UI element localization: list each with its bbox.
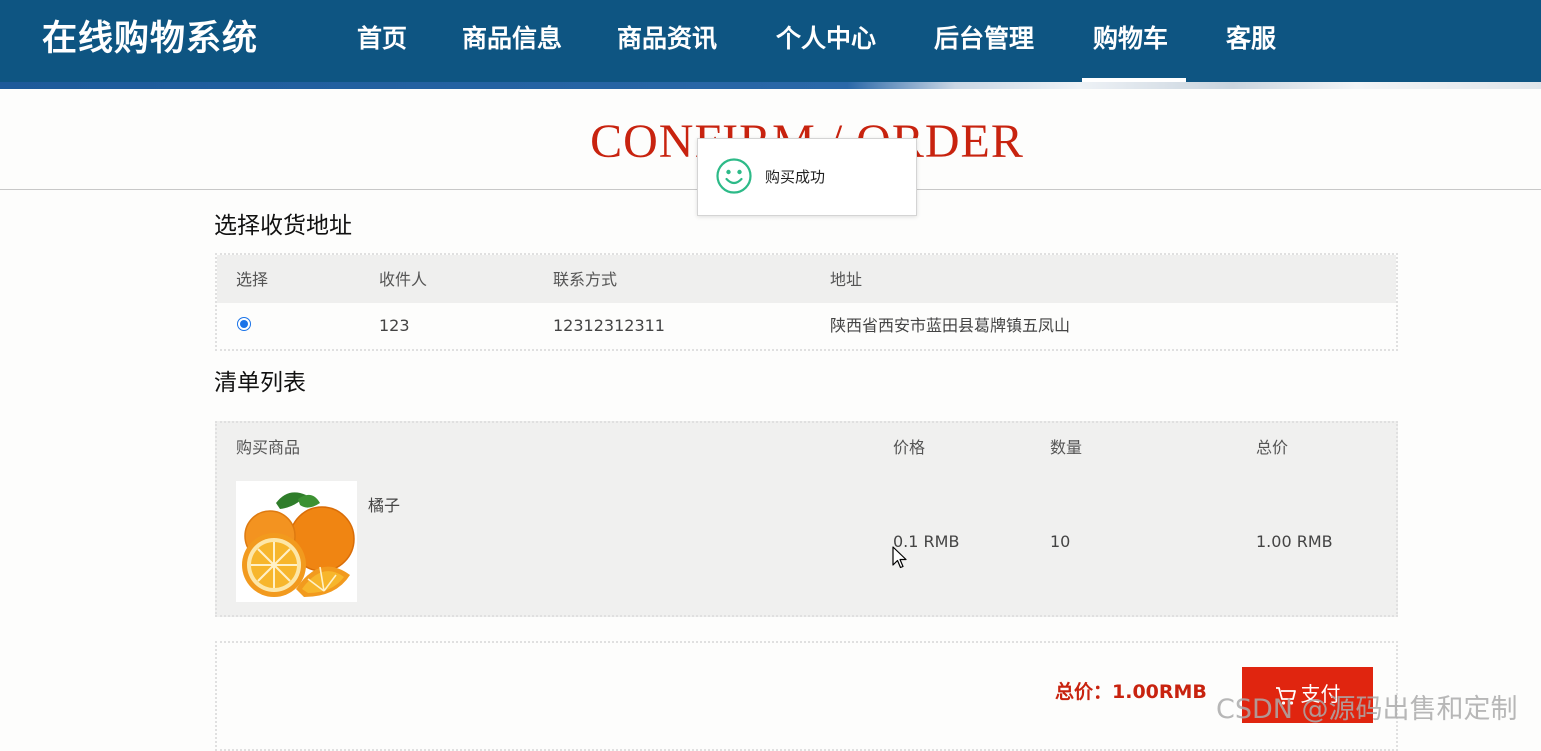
- cart-section-title: 清单列表: [214, 370, 306, 396]
- product-total: 1.00 RMB: [1256, 532, 1333, 551]
- smile-icon: [716, 158, 752, 194]
- address-col-address: 地址: [830, 270, 863, 289]
- nav-active-indicator: [1082, 78, 1186, 82]
- mouse-pointer-icon: [892, 546, 907, 569]
- watermark: CSDN @源码出售和定制: [1216, 694, 1518, 725]
- nav-admin[interactable]: 后台管理: [934, 20, 1034, 58]
- address-col-phone: 联系方式: [553, 270, 618, 289]
- product-name[interactable]: 橘子: [368, 495, 400, 517]
- nav-products[interactable]: 商品信息: [462, 20, 562, 58]
- nav-service[interactable]: 客服: [1226, 20, 1276, 58]
- address-section-title: 选择收货地址: [214, 213, 352, 239]
- cart-col-product: 购买商品: [236, 438, 301, 457]
- orange-image[interactable]: [236, 481, 357, 602]
- nav-profile[interactable]: 个人中心: [776, 20, 876, 58]
- cart-col-quantity: 数量: [1050, 438, 1083, 457]
- toast-message: 购买成功: [765, 168, 826, 186]
- nav-news[interactable]: 商品资讯: [617, 20, 717, 58]
- address-detail: 陕西省西安市蓝田县葛牌镇五凤山: [830, 316, 1071, 335]
- success-toast: 购买成功: [697, 138, 917, 216]
- address-recipient: 123: [379, 316, 410, 335]
- cart-col-price: 价格: [893, 438, 926, 457]
- order-total: 总价：1.00RMB: [1055, 681, 1207, 703]
- cart-col-total: 总价: [1256, 438, 1289, 457]
- product-quantity: 10: [1050, 532, 1071, 551]
- address-col-select: 选择: [236, 270, 269, 289]
- site-brand[interactable]: 在线购物系统: [42, 16, 258, 62]
- address-phone: 12312312311: [553, 316, 665, 335]
- address-select-radio[interactable]: [237, 317, 251, 331]
- cart-table: [215, 421, 1398, 617]
- nav-cart[interactable]: 购物车: [1093, 20, 1168, 58]
- header-banner-strip: [0, 82, 1541, 89]
- nav-home[interactable]: 首页: [357, 20, 407, 58]
- address-col-recipient: 收件人: [379, 270, 428, 289]
